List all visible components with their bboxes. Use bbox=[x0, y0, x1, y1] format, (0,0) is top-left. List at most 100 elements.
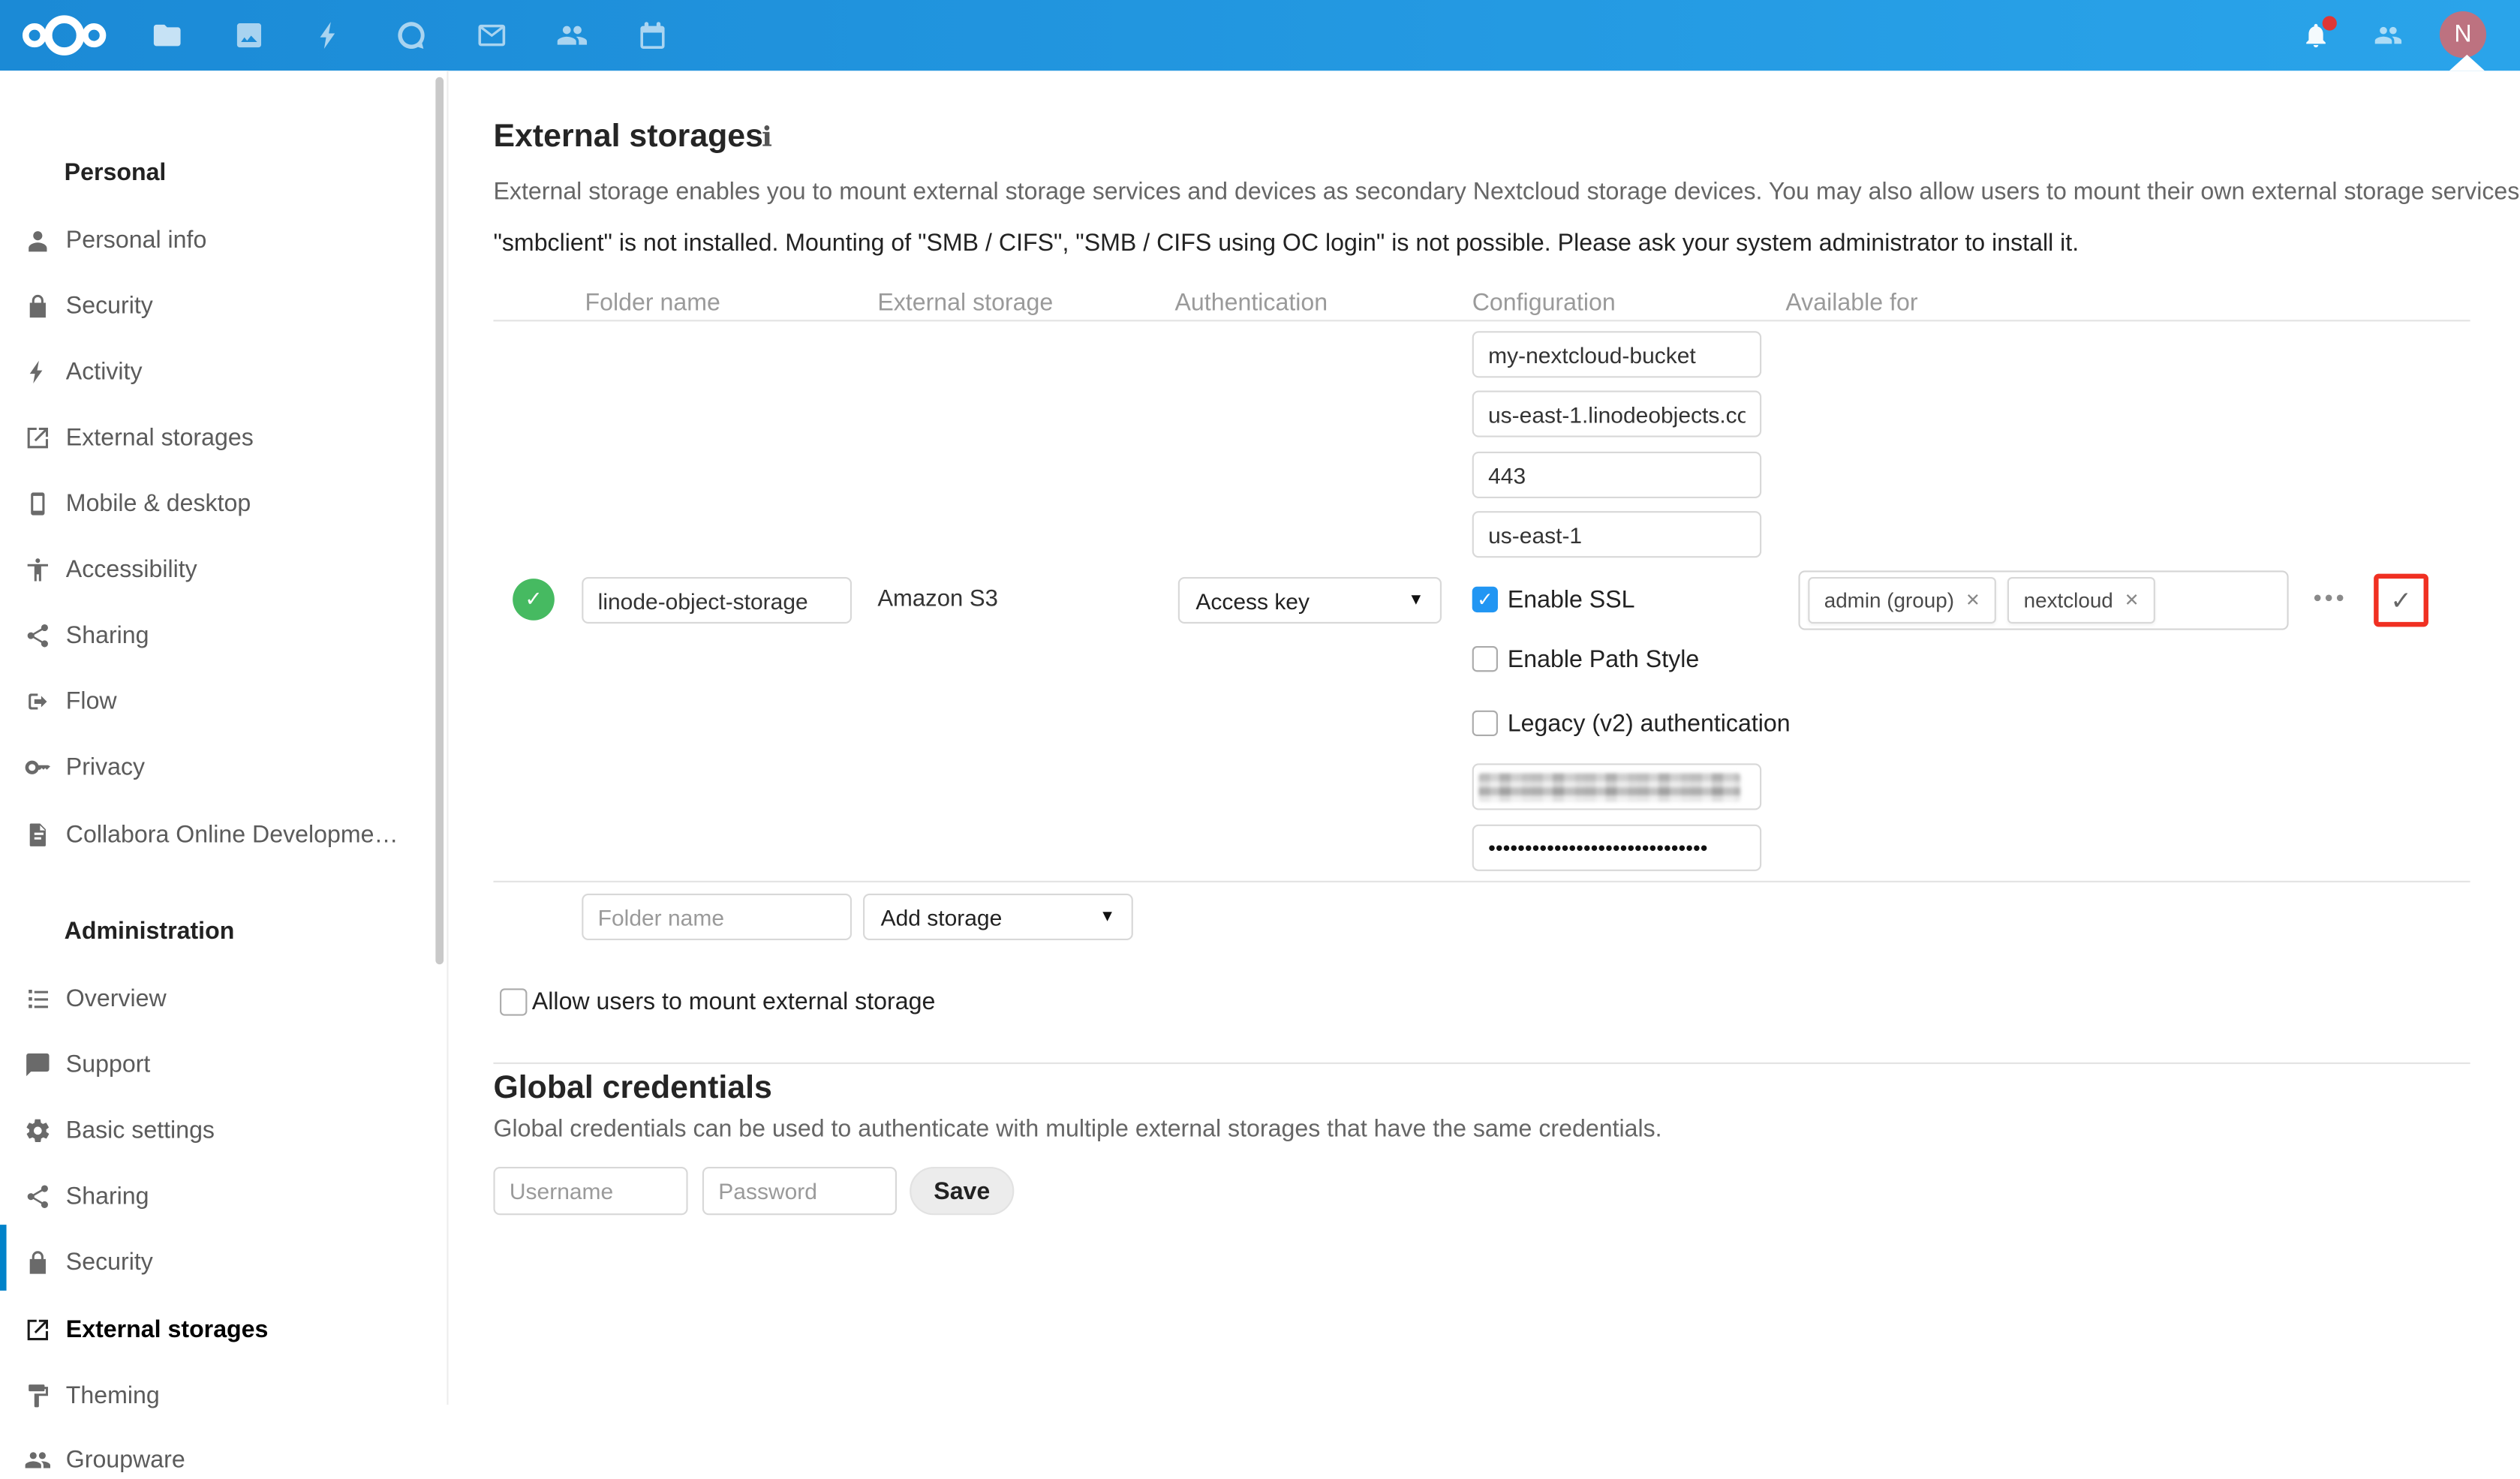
save-button[interactable]: Save bbox=[910, 1167, 1014, 1215]
chevron-down-icon: ▼ bbox=[1408, 591, 1424, 609]
allow-users-checkbox[interactable] bbox=[500, 988, 527, 1015]
settings-sidebar: Personal Personal info Security Activity… bbox=[0, 71, 449, 1405]
sidebar-item-collabora[interactable]: Collabora Online Development Edit… bbox=[0, 815, 434, 853]
files-icon[interactable] bbox=[151, 20, 183, 52]
sidebar-item-mobile-desktop[interactable]: Mobile & desktop bbox=[0, 484, 434, 522]
enable-path-style-label: Enable Path Style bbox=[1508, 646, 1699, 673]
smbclient-warning: "smbclient" is not installed. Mounting o… bbox=[493, 230, 2079, 257]
enable-ssl-label: Enable SSL bbox=[1508, 587, 1635, 614]
sidebar-item-overview[interactable]: Overview bbox=[0, 978, 434, 1017]
sidebar-item-groupware[interactable]: Groupware bbox=[0, 1440, 434, 1478]
sidebar-item-security-personal[interactable]: Security bbox=[0, 286, 434, 324]
global-credentials-title: Global credentials bbox=[493, 1071, 771, 1108]
talk-icon[interactable] bbox=[395, 20, 428, 52]
key-icon bbox=[24, 753, 51, 780]
chevron-down-icon: ▼ bbox=[1099, 908, 1115, 926]
contacts-icon[interactable] bbox=[556, 20, 588, 52]
table-header-divider bbox=[493, 320, 2470, 321]
sidebar-item-external-storages-personal[interactable]: External storages bbox=[0, 418, 434, 456]
people-icon bbox=[24, 1446, 51, 1473]
sidebar-item-privacy[interactable]: Privacy bbox=[0, 747, 434, 786]
table-bottom-divider bbox=[493, 881, 2470, 882]
activity-icon[interactable] bbox=[314, 20, 346, 52]
add-storage-select[interactable]: Add storage ▼ bbox=[863, 894, 1133, 940]
page-title: External storages bbox=[493, 119, 762, 156]
sidebar-item-activity[interactable]: Activity bbox=[0, 352, 434, 390]
user-icon bbox=[24, 226, 51, 253]
port-input[interactable] bbox=[1472, 452, 1761, 498]
accessibility-icon bbox=[24, 555, 51, 582]
hostname-input[interactable] bbox=[1472, 390, 1761, 437]
authentication-select[interactable]: Access key ▼ bbox=[1178, 577, 1442, 624]
sidebar-section-administration: Administration bbox=[65, 918, 235, 945]
new-folder-name-input[interactable] bbox=[582, 894, 852, 940]
save-storage-check-button[interactable]: ✓ bbox=[2374, 574, 2428, 627]
notifications-bell-icon[interactable] bbox=[2302, 21, 2331, 50]
lightning-icon bbox=[24, 358, 51, 385]
available-for-chip-nextcloud: nextcloud ✕ bbox=[2007, 577, 2155, 624]
column-header-configuration: Configuration bbox=[1472, 290, 1616, 317]
active-item-indicator bbox=[0, 1225, 7, 1291]
list-icon bbox=[24, 984, 51, 1012]
row-more-menu-icon[interactable] bbox=[2314, 595, 2344, 602]
sidebar-item-external-storages-admin[interactable]: External storages bbox=[0, 1310, 434, 1348]
sidebar-item-support[interactable]: Support bbox=[0, 1045, 434, 1083]
column-header-folder-name: Folder name bbox=[585, 290, 720, 317]
section-divider bbox=[493, 1063, 2470, 1064]
enable-ssl-checkbox[interactable]: ✓ bbox=[1472, 587, 1498, 612]
gear-icon bbox=[24, 1117, 51, 1144]
sidebar-item-security-admin[interactable]: Security bbox=[0, 1243, 434, 1281]
chat-icon bbox=[24, 1051, 51, 1078]
secret-key-input[interactable] bbox=[1472, 825, 1761, 871]
region-input[interactable] bbox=[1472, 511, 1761, 558]
legacy-auth-label: Legacy (v2) authentication bbox=[1508, 711, 1791, 738]
redacted-access-key-blur bbox=[1478, 773, 1740, 802]
lock-icon bbox=[24, 292, 51, 319]
allow-users-label: Allow users to mount external storage bbox=[532, 988, 935, 1015]
sidebar-item-sharing-admin[interactable]: Sharing bbox=[0, 1177, 434, 1215]
avatar[interactable]: N bbox=[2440, 11, 2486, 58]
column-header-external-storage: External storage bbox=[877, 290, 1053, 317]
sidebar-item-personal-info[interactable]: Personal info bbox=[0, 220, 434, 258]
nextcloud-logo-icon[interactable] bbox=[20, 8, 110, 63]
sidebar-item-basic-settings[interactable]: Basic settings bbox=[0, 1111, 434, 1149]
share-icon bbox=[24, 1182, 51, 1209]
intro-text: External storage enables you to mount ex… bbox=[493, 179, 2520, 206]
mail-icon[interactable] bbox=[476, 20, 508, 52]
header-pointer bbox=[2449, 55, 2485, 71]
info-icon[interactable]: i bbox=[762, 122, 772, 155]
global-username-input[interactable] bbox=[493, 1167, 687, 1215]
flow-icon bbox=[24, 687, 51, 714]
notification-badge bbox=[2323, 16, 2337, 30]
share-icon bbox=[24, 621, 51, 648]
nextcloud-settings-page: N Personal Personal info Security Activi… bbox=[0, 0, 2520, 1405]
bucket-input[interactable] bbox=[1472, 331, 1761, 377]
sidebar-item-sharing-personal[interactable]: Sharing bbox=[0, 615, 434, 654]
enable-path-style-checkbox[interactable] bbox=[1472, 646, 1498, 672]
contacts-menu-icon[interactable] bbox=[2374, 21, 2403, 50]
remove-chip-icon[interactable]: ✕ bbox=[2125, 590, 2140, 611]
photos-icon[interactable] bbox=[233, 20, 266, 52]
column-header-authentication: Authentication bbox=[1175, 290, 1328, 317]
legacy-auth-checkbox[interactable] bbox=[1472, 711, 1498, 736]
global-password-input[interactable] bbox=[702, 1167, 897, 1215]
sidebar-section-personal: Personal bbox=[65, 159, 167, 186]
top-bar: N bbox=[0, 0, 2520, 71]
sidebar-item-theming[interactable]: Theming bbox=[0, 1375, 434, 1414]
global-credentials-description: Global credentials can be used to authen… bbox=[493, 1115, 1661, 1142]
sidebar-item-flow[interactable]: Flow bbox=[0, 681, 434, 720]
external-storage-type: Amazon S3 bbox=[877, 587, 998, 612]
folder-name-input[interactable] bbox=[582, 577, 852, 624]
storage-status-ok-icon: ✓ bbox=[513, 579, 555, 621]
sidebar-scrollbar[interactable] bbox=[435, 77, 444, 964]
external-link-icon bbox=[24, 1315, 51, 1342]
available-for-input[interactable]: admin (group) ✕ nextcloud ✕ bbox=[1798, 570, 2288, 630]
column-header-available-for: Available for bbox=[1785, 290, 1917, 317]
lock-icon bbox=[24, 1248, 51, 1275]
document-icon bbox=[24, 820, 51, 847]
external-link-icon bbox=[24, 423, 51, 450]
calendar-icon[interactable] bbox=[636, 20, 669, 52]
mobile-icon bbox=[24, 489, 51, 516]
remove-chip-icon[interactable]: ✕ bbox=[1965, 590, 1980, 611]
sidebar-item-accessibility[interactable]: Accessibility bbox=[0, 550, 434, 588]
